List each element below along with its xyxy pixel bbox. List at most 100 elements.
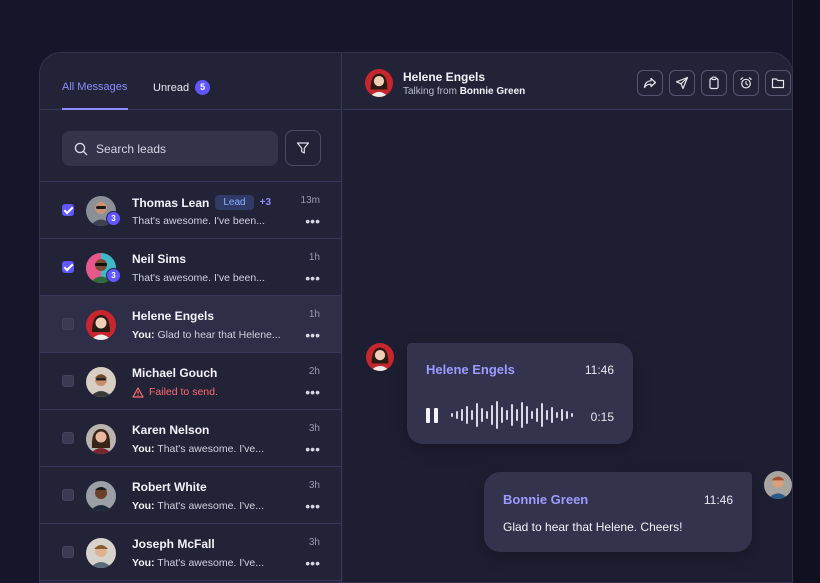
- chat-subtitle: Talking from Bonnie Green: [403, 86, 525, 97]
- message-time: 1h: [308, 252, 320, 263]
- more-options-icon[interactable]: •••: [305, 327, 320, 343]
- preview-prefix: You:: [132, 557, 155, 569]
- clipboard-button[interactable]: [701, 70, 727, 96]
- conversation-checkbox[interactable]: [62, 489, 74, 501]
- tab-unread-label: Unread: [153, 81, 190, 94]
- avatar: [86, 538, 116, 568]
- chat-actions: [637, 70, 791, 96]
- more-options-icon[interactable]: •••: [305, 213, 320, 229]
- avatar-count-badge: 3: [106, 268, 121, 283]
- folder-button[interactable]: [765, 70, 791, 96]
- conversation-item[interactable]: 3 Neil Sims That's awesome. I've been...…: [40, 239, 341, 296]
- voice-duration: 0:15: [590, 410, 614, 424]
- conversation-checkbox[interactable]: [62, 204, 74, 216]
- tab-bar: All Messages Unread 5: [40, 53, 341, 110]
- search-row: [40, 110, 341, 182]
- contact-name: Helene Engels: [132, 309, 215, 323]
- preview-text: That's awesome. I've...: [154, 557, 265, 569]
- preview-text: That's awesome. I've...: [154, 500, 265, 512]
- share-icon: [643, 77, 657, 89]
- conversation-checkbox[interactable]: [62, 375, 74, 387]
- window-edge: [792, 0, 820, 583]
- messaging-app: All Messages Unread 5 3 Thomas: [39, 52, 793, 583]
- search-box: [62, 131, 278, 166]
- message-text: Glad to hear that Helene. Cheers!: [503, 520, 683, 534]
- contact-name-row: Neil Sims: [132, 252, 186, 266]
- contact-name: Joseph McFall: [132, 537, 215, 551]
- contact-name-row: Robert White: [132, 480, 207, 494]
- folder-icon: [771, 78, 785, 89]
- more-options-icon[interactable]: •••: [305, 270, 320, 286]
- message-preview: You: That's awesome. I've...: [132, 557, 264, 569]
- message-preview: You: That's awesome. I've...: [132, 443, 264, 455]
- conversation-checkbox[interactable]: [62, 318, 74, 330]
- send-icon: [675, 76, 689, 90]
- conversation-item[interactable]: Robert White You: That's awesome. I've..…: [40, 467, 341, 524]
- avatar: [86, 424, 116, 454]
- tab-unread[interactable]: Unread 5: [153, 80, 211, 95]
- message-preview: You: That's awesome. I've...: [132, 500, 264, 512]
- pause-button[interactable]: [426, 408, 440, 423]
- more-options-icon[interactable]: •••: [305, 441, 320, 457]
- conversation-item[interactable]: Joseph McFall You: That's awesome. I've.…: [40, 524, 341, 581]
- avatar: [86, 367, 116, 397]
- preview-text: That's awesome. I've...: [154, 443, 265, 455]
- message-preview: That's awesome. I've been...: [132, 272, 265, 284]
- message-time: 3h: [308, 480, 320, 491]
- conversation-checkbox[interactable]: [62, 432, 74, 444]
- avatar-count-badge: 3: [106, 211, 121, 226]
- filter-icon: [296, 142, 310, 154]
- more-options-icon[interactable]: •••: [305, 498, 320, 514]
- contact-name-row: Michael Gouch: [132, 366, 217, 380]
- send-button[interactable]: [669, 70, 695, 96]
- message-time: 11:46: [584, 363, 614, 377]
- conversation-checkbox[interactable]: [62, 261, 74, 273]
- voice-message-bubble: Helene Engels 11:46 0:15: [407, 343, 633, 444]
- contact-name-row: Helene Engels: [132, 309, 214, 323]
- contact-avatar[interactable]: [365, 69, 393, 97]
- contact-name: Karen Nelson: [132, 423, 210, 437]
- share-button[interactable]: [637, 70, 663, 96]
- text-message-bubble: Bonnie Green 11:46 Glad to hear that Hel…: [484, 472, 752, 552]
- conversation-list-panel: All Messages Unread 5 3 Thomas: [40, 53, 342, 582]
- message-time: 13m: [300, 195, 320, 206]
- message-time: 3h: [308, 537, 320, 548]
- conversation-item-selected[interactable]: Helene Engels You: Glad to hear that Hel…: [40, 296, 341, 353]
- contact-name: Robert White: [132, 480, 207, 494]
- audio-waveform[interactable]: [451, 399, 573, 431]
- more-options-icon[interactable]: •••: [305, 555, 320, 571]
- extra-tags-count: +3: [259, 197, 272, 208]
- search-input[interactable]: [96, 141, 256, 156]
- reminder-button[interactable]: [733, 70, 759, 96]
- contact-name-row: Karen Nelson: [132, 423, 209, 437]
- warning-icon: [132, 386, 144, 398]
- message-time: 11:46: [703, 493, 733, 507]
- preview-prefix: You:: [132, 329, 155, 341]
- message-time: 3h: [308, 423, 320, 434]
- error-text: Failed to send.: [149, 386, 218, 398]
- message-time: 1h: [308, 309, 320, 320]
- search-icon: [74, 142, 88, 155]
- contact-name: Michael Gouch: [132, 366, 218, 380]
- clipboard-icon: [709, 76, 719, 90]
- conversation-checkbox[interactable]: [62, 546, 74, 558]
- contact-name: Neil Sims: [132, 252, 187, 266]
- contact-name: Thomas Lean: [132, 195, 210, 210]
- tab-all-messages[interactable]: All Messages: [62, 81, 127, 93]
- conversation-item[interactable]: Michael Gouch Failed to send. 2h •••: [40, 353, 341, 410]
- sender-avatar: [366, 343, 394, 371]
- filter-button[interactable]: [285, 130, 321, 166]
- subtitle-agent: Bonnie Green: [459, 86, 526, 97]
- unread-count-badge: 5: [195, 80, 211, 95]
- contact-name-row: Thomas Lean Lead +3: [132, 195, 271, 210]
- avatar: [86, 481, 116, 511]
- preview-prefix: You:: [132, 500, 155, 512]
- conversation-item[interactable]: Karen Nelson You: That's awesome. I've..…: [40, 410, 341, 467]
- message-time: 2h: [308, 366, 320, 377]
- lead-tag: Lead: [215, 195, 254, 210]
- chat-contact-name: Helene Engels: [403, 70, 486, 84]
- more-options-icon[interactable]: •••: [305, 384, 320, 400]
- conversation-item[interactable]: 3 Thomas Lean Lead +3 That's awesome. I'…: [40, 182, 341, 239]
- preview-prefix: You:: [132, 443, 155, 455]
- send-error-message: Failed to send.: [132, 386, 218, 398]
